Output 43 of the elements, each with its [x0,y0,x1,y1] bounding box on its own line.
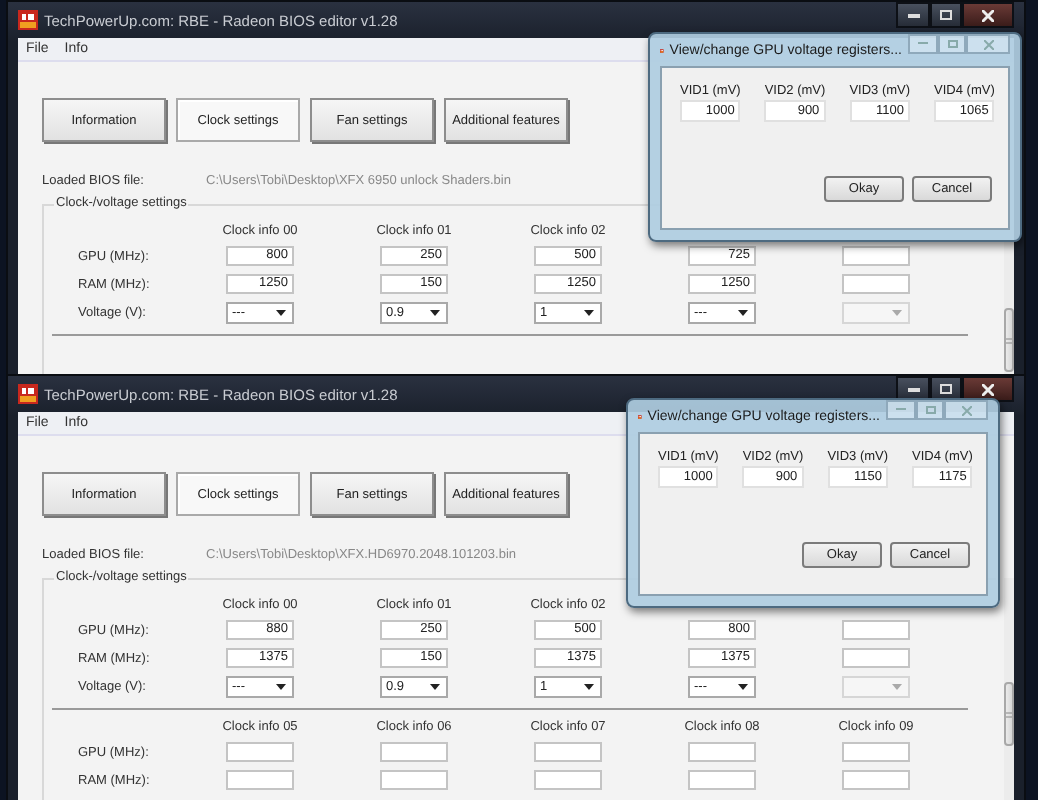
grip-icon [1006,337,1012,343]
maximize-button[interactable] [930,2,962,28]
caret-icon [276,684,286,690]
caret-icon [430,310,440,316]
close-icon [982,9,994,21]
close-icon [961,405,971,415]
value-field[interactable] [688,770,756,790]
maximize-icon [947,40,957,48]
value-field[interactable] [226,742,294,762]
caret-icon [584,310,594,316]
caret-icon [738,310,748,316]
minimize-icon [907,13,919,17]
value-field[interactable] [226,770,294,790]
caret-icon [738,684,748,690]
value-field[interactable] [842,274,910,294]
value-field[interactable] [842,648,910,668]
value-field[interactable] [688,742,756,762]
value-field[interactable] [380,770,448,790]
caret-icon [584,684,594,690]
value-field[interactable] [842,770,910,790]
caret-icon [430,684,440,690]
maximize-icon [940,10,952,20]
app-logo-icon [18,384,38,404]
close-button[interactable] [962,2,1014,28]
value-field[interactable] [534,770,602,790]
minimize-button[interactable] [896,2,930,28]
value-field[interactable] [842,246,910,266]
app-logo-icon [18,10,38,30]
scrollbar[interactable] [1004,578,1014,800]
caret-icon [892,684,902,690]
maximize-icon [925,406,935,414]
close-button[interactable] [962,376,1014,402]
value-field[interactable] [842,742,910,762]
minimize-icon [918,42,928,46]
grip-icon [1006,711,1012,717]
close-icon [983,39,993,49]
value-field[interactable] [842,620,910,640]
minimize-icon [907,387,919,391]
caret-icon [276,310,286,316]
value-field[interactable] [534,742,602,762]
caret-icon [892,310,902,316]
close-icon [982,383,994,395]
value-field[interactable] [380,742,448,762]
